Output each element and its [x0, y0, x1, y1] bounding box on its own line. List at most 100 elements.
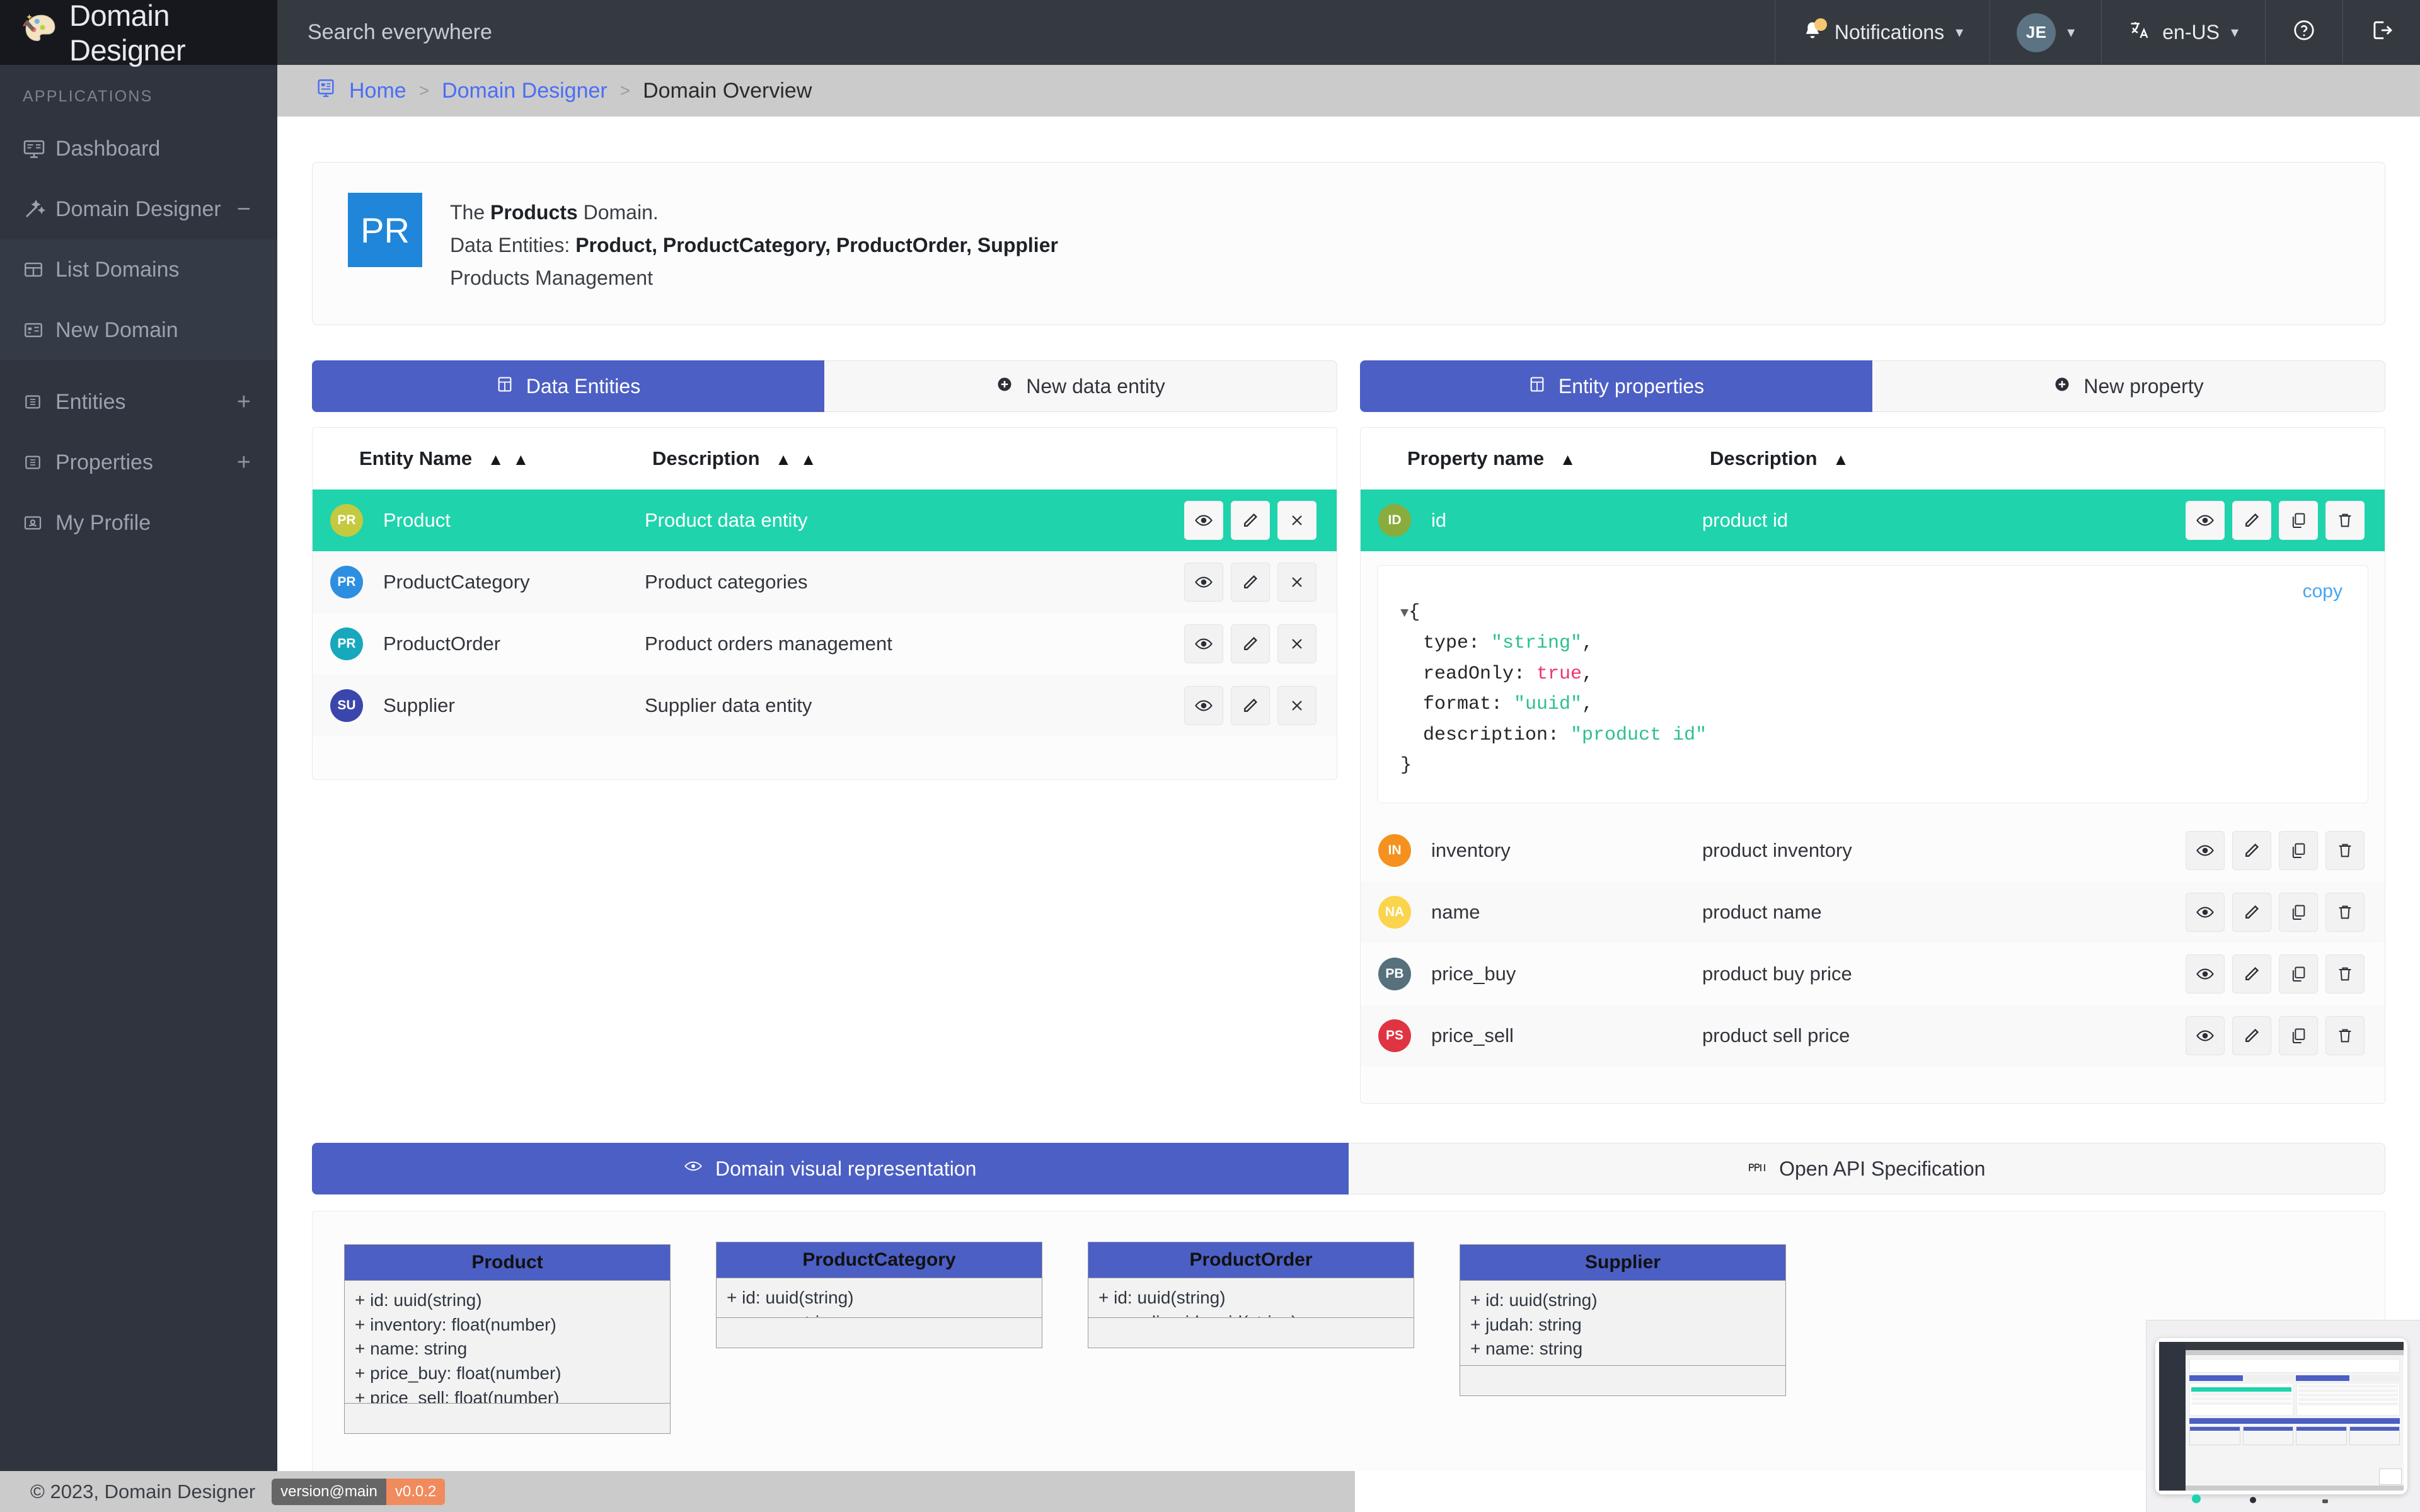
laptop-screen [2159, 1342, 2404, 1491]
trash-icon[interactable] [2325, 893, 2365, 932]
table-row[interactable]: SU Supplier Supplier data entity [313, 675, 1337, 737]
column-label: Entity Name [359, 447, 473, 470]
sort-desc-icon[interactable]: ▲ [800, 450, 817, 469]
sort-controls[interactable]: ▲ ▲ [488, 450, 529, 469]
search-input[interactable] [308, 20, 875, 45]
close-icon[interactable] [1277, 563, 1317, 602]
user-menu-button[interactable]: JE ▾ [1990, 0, 2101, 65]
tab-entity-properties[interactable]: Entity properties [1360, 360, 1872, 413]
search-container [277, 20, 1775, 45]
pencil-icon[interactable] [1231, 563, 1270, 602]
uml-class-supplier[interactable]: Supplier + id: uuid(string) + judah: str… [1460, 1244, 1786, 1397]
trash-icon[interactable] [2325, 954, 2365, 994]
eye-icon[interactable] [1184, 563, 1223, 602]
logout-button[interactable] [2342, 0, 2420, 65]
tab-label: Data Entities [526, 374, 641, 398]
sort-desc-icon[interactable]: ▲ [513, 450, 529, 469]
column-header-description: Description ▲ [1710, 447, 1849, 470]
collapse-triangle-icon[interactable]: ▼ [1400, 605, 1409, 621]
property-avatar: NA [1378, 896, 1411, 929]
entity-icon [23, 452, 55, 472]
page-preview-thumbnail[interactable] [2146, 1320, 2420, 1512]
sort-controls[interactable]: ▲ [1560, 450, 1576, 469]
pencil-icon[interactable] [1231, 686, 1270, 726]
table-row[interactable]: PR Product Product data entity [313, 490, 1337, 552]
tab-domain-visual-representation[interactable]: Domain visual representation [312, 1143, 1349, 1195]
uml-class-productorder[interactable]: ProductOrder + id: uuid(string) + suppli… [1088, 1242, 1414, 1349]
pencil-icon[interactable] [2232, 893, 2271, 932]
sidebar-add-entity-button[interactable]: + [237, 389, 251, 416]
uml-attributes: + id: uuid(string) + name: string [717, 1278, 1042, 1332]
tab-data-entities[interactable]: Data Entities [312, 360, 824, 413]
breadcrumb-item-home[interactable]: Home [349, 79, 406, 103]
pencil-icon[interactable] [2232, 831, 2271, 871]
uml-class-product[interactable]: Product + id: uuid(string) + inventory: … [344, 1244, 671, 1435]
sort-asc-icon[interactable]: ▲ [1560, 450, 1576, 469]
sidebar-item-new-domain[interactable]: New Domain [0, 300, 277, 360]
trash-icon[interactable] [2325, 501, 2365, 541]
pencil-icon[interactable] [2232, 501, 2271, 541]
table-row[interactable]: PS price_sell product sell price [1361, 1005, 2385, 1067]
domain-summary-card: PR The Products Domain. Data Entities: P… [312, 162, 2385, 326]
sidebar-item-dashboard[interactable]: Dashboard [0, 118, 277, 179]
sort-controls[interactable]: ▲ ▲ [775, 450, 816, 469]
copy-icon[interactable] [2279, 501, 2318, 541]
close-icon[interactable] [1277, 624, 1317, 664]
trash-icon[interactable] [2325, 1016, 2365, 1056]
brand-logo-area[interactable]: Domain Designer [0, 0, 277, 67]
copy-icon[interactable] [2279, 1016, 2318, 1056]
eye-icon[interactable] [1184, 686, 1223, 726]
eye-icon[interactable] [2186, 831, 2225, 871]
sidebar-add-property-button[interactable]: + [237, 449, 251, 476]
pencil-icon[interactable] [1231, 501, 1270, 541]
language-selector[interactable]: en-US ▾ [2101, 0, 2265, 65]
sort-asc-icon[interactable]: ▲ [775, 450, 792, 469]
eye-icon[interactable] [2186, 1016, 2225, 1056]
grid-icon [1528, 375, 1546, 398]
table-row[interactable]: PR ProductOrder Product orders managemen… [313, 613, 1337, 675]
copy-icon[interactable] [2279, 831, 2318, 871]
breadcrumb-item-domain-designer[interactable]: Domain Designer [442, 79, 608, 103]
domain-name: Products [490, 201, 578, 224]
pencil-icon[interactable] [2232, 1016, 2271, 1056]
eye-icon[interactable] [2186, 893, 2225, 932]
entity-avatar: PR [330, 627, 363, 661]
trash-icon[interactable] [2325, 831, 2365, 871]
table-row[interactable]: ID id product id [1361, 490, 2385, 552]
close-icon[interactable] [1277, 501, 1317, 541]
pencil-icon[interactable] [1231, 624, 1270, 664]
help-button[interactable] [2265, 0, 2342, 65]
uml-class-productcategory[interactable]: ProductCategory + id: uuid(string) + nam… [716, 1242, 1042, 1349]
close-icon[interactable] [1277, 686, 1317, 726]
copy-icon[interactable] [2279, 893, 2318, 932]
sidebar-item-my-profile[interactable]: My Profile [0, 493, 277, 553]
notifications-button[interactable]: Notifications ▾ [1774, 0, 1990, 65]
eye-icon[interactable] [2186, 954, 2225, 994]
sidebar-item-list-domains[interactable]: List Domains [0, 239, 277, 300]
tab-open-api-specification[interactable]: Open API Specification [1348, 1143, 2385, 1195]
copy-icon[interactable] [2279, 954, 2318, 994]
table-row[interactable]: PB price_buy product buy price [1361, 943, 2385, 1005]
sidebar-item-domain-designer[interactable]: Domain Designer − [0, 179, 277, 239]
sidebar: Domain Designer APPLICATIONS Dashboard D… [0, 0, 277, 1512]
sidebar-item-properties[interactable]: Properties + [0, 432, 277, 493]
top-bar: Notifications ▾ JE ▾ en-US ▾ [277, 0, 2420, 65]
eye-icon[interactable] [1184, 501, 1223, 541]
preview-row [2298, 1385, 2398, 1388]
sidebar-collapse-toggle[interactable]: − [237, 196, 251, 223]
tab-new-property[interactable]: New property [1872, 360, 2385, 413]
pencil-icon[interactable] [2232, 954, 2271, 994]
table-row[interactable]: IN inventory product inventory [1361, 820, 2385, 881]
sort-asc-icon[interactable]: ▲ [1833, 450, 1849, 469]
eye-icon[interactable] [1184, 624, 1223, 664]
sort-asc-icon[interactable]: ▲ [488, 450, 504, 469]
eye-icon[interactable] [2186, 501, 2225, 541]
tab-new-data-entity[interactable]: New data entity [824, 360, 1337, 413]
table-row[interactable]: PR ProductCategory Product categories [313, 551, 1337, 614]
copy-json-link[interactable]: copy [2303, 581, 2342, 602]
sort-controls[interactable]: ▲ [1833, 450, 1849, 469]
uml-attribute: + price_buy: float(number) [355, 1363, 562, 1383]
table-row[interactable]: NA name product name [1361, 881, 2385, 944]
sidebar-item-entities[interactable]: Entities + [0, 372, 277, 432]
preview-row [2298, 1402, 2398, 1406]
